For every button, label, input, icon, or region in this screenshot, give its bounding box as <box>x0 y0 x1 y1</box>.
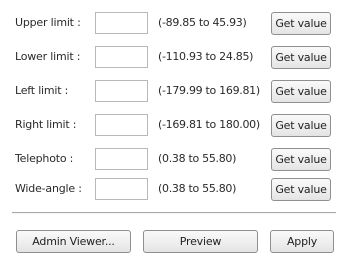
preview-button[interactable]: Preview <box>143 230 258 253</box>
lower-limit-range: (-110.93 to 24.85) <box>158 50 254 63</box>
telephoto-label: Telephoto : <box>15 152 74 165</box>
admin-viewer-button[interactable]: Admin Viewer... <box>16 230 131 253</box>
left-limit-row: Left limit : (-179.99 to 169.81) Get val… <box>0 80 338 106</box>
telephoto-input[interactable] <box>95 148 148 170</box>
telephoto-row: Telephoto : (0.38 to 55.80) Get value <box>0 148 338 174</box>
wide-angle-range: (0.38 to 55.80) <box>158 182 237 195</box>
wide-angle-label: Wide-angle : <box>15 182 82 195</box>
left-limit-label: Left limit : <box>15 84 69 97</box>
left-limit-get-value-button[interactable]: Get value <box>271 80 331 103</box>
divider <box>12 212 336 214</box>
upper-limit-row: Upper limit : (-89.85 to 45.93) Get valu… <box>0 12 338 38</box>
upper-limit-get-value-button[interactable]: Get value <box>271 12 331 35</box>
apply-button[interactable]: Apply <box>270 230 334 253</box>
upper-limit-input[interactable] <box>95 12 148 34</box>
wide-angle-row: Wide-angle : (0.38 to 55.80) Get value <box>0 178 338 204</box>
lower-limit-input[interactable] <box>95 46 148 68</box>
upper-limit-range: (-89.85 to 45.93) <box>158 16 247 29</box>
right-limit-input[interactable] <box>95 114 148 136</box>
wide-angle-get-value-button[interactable]: Get value <box>271 178 331 201</box>
right-limit-label: Right limit : <box>15 118 77 131</box>
telephoto-get-value-button[interactable]: Get value <box>271 148 331 171</box>
right-limit-row: Right limit : (-169.81 to 180.00) Get va… <box>0 114 338 140</box>
left-limit-range: (-179.99 to 169.81) <box>158 84 260 97</box>
wide-angle-input[interactable] <box>95 178 148 200</box>
telephoto-range: (0.38 to 55.80) <box>158 152 237 165</box>
upper-limit-label: Upper limit : <box>15 16 81 29</box>
lower-limit-get-value-button[interactable]: Get value <box>271 46 331 69</box>
right-limit-get-value-button[interactable]: Get value <box>271 114 331 137</box>
right-limit-range: (-169.81 to 180.00) <box>158 118 260 131</box>
left-limit-input[interactable] <box>95 80 148 102</box>
lower-limit-row: Lower limit : (-110.93 to 24.85) Get val… <box>0 46 338 72</box>
limits-panel: Upper limit : (-89.85 to 45.93) Get valu… <box>0 0 338 254</box>
lower-limit-label: Lower limit : <box>15 50 81 63</box>
